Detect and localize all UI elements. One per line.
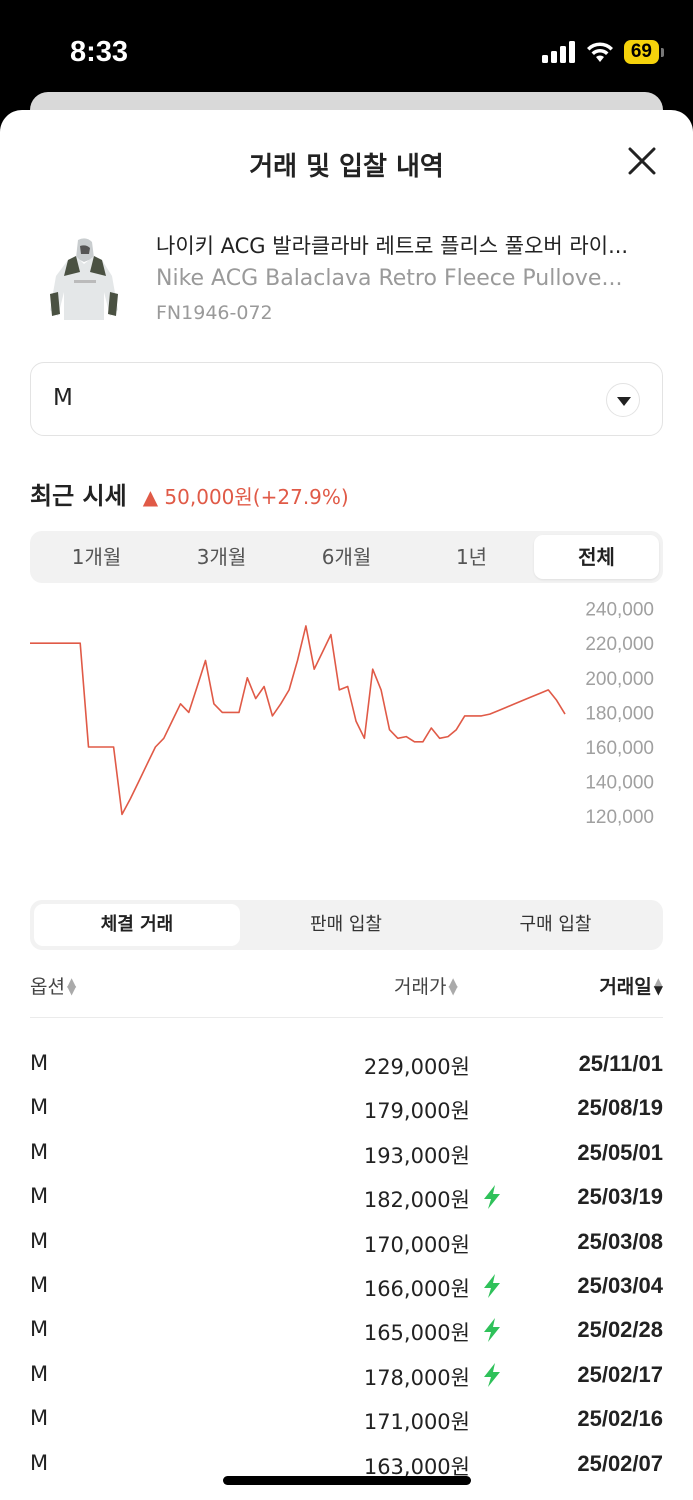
row-price: 182,000원: [363, 1188, 470, 1213]
sort-icon: ▲ ▼: [66, 974, 77, 997]
table-row: M 193,000원 25/05/01: [30, 1134, 663, 1178]
tab-completed-trades[interactable]: 체결 거래: [34, 904, 240, 946]
y-tick-label: 240,000: [585, 600, 654, 621]
fast-delivery-icon: [484, 1185, 500, 1210]
row-date: 25/11/01: [578, 1051, 663, 1076]
table-row: M 179,000원 25/08/19: [30, 1089, 663, 1133]
product-name-ko: 나이키 ACG 발라클라바 레트로 플리스 풀오버 라이...: [156, 234, 629, 258]
row-option: M: [30, 1139, 49, 1164]
price-chart: 240,000 220,000 200,000 180,000 160,000 140,0…: [30, 600, 654, 828]
row-option: M: [30, 1361, 49, 1386]
signal-icon: [541, 41, 575, 63]
recent-price-label: 최근 시세: [30, 482, 127, 510]
row-price: 170,000원: [363, 1232, 470, 1257]
table-row: M 165,000원 25/02/28: [30, 1311, 663, 1355]
status-icons: 69: [541, 40, 665, 64]
price-line-series: [30, 625, 566, 816]
product-code: FN1946-072: [156, 302, 273, 324]
row-date: 25/02/28: [577, 1317, 663, 1343]
tab-1-month[interactable]: 1개월: [34, 535, 159, 579]
recent-price: 최근 시세 ▲ 50,000원(+27.9%): [30, 476, 349, 511]
chevron-down-icon: [606, 383, 640, 417]
table-row: M 182,000원 25/03/19: [30, 1178, 663, 1222]
row-option: M: [30, 1228, 49, 1253]
size-value: M: [53, 385, 73, 411]
tab-all[interactable]: 전체: [534, 535, 659, 579]
tab-buy-bids[interactable]: 구매 입찰: [452, 904, 659, 946]
tab-1-year[interactable]: 1년: [409, 535, 534, 579]
row-price: 165,000원: [363, 1321, 470, 1346]
row-date: 25/05/01: [577, 1139, 663, 1165]
period-tabs: 1개월 3개월 6개월 1년 전체: [30, 531, 663, 583]
home-indicator: [223, 1476, 471, 1485]
product-name-en: Nike ACG Balaclava Retro Fleece Pullove.…: [156, 266, 623, 291]
fast-delivery-icon: [484, 1318, 500, 1343]
table-header: 옵션 ▲ ▼ 거래가 ▲ ▼ 거래일 ▲ ▼: [30, 970, 663, 1018]
row-date: 25/03/04: [577, 1272, 663, 1298]
fast-delivery-icon: [484, 1273, 500, 1298]
row-option: M: [30, 1184, 49, 1209]
row-date: 25/03/19: [577, 1184, 663, 1210]
sheet-title: 거래 및 입찰 내역: [249, 152, 444, 182]
recent-price-change: ▲ 50,000원(+27.9%): [142, 485, 349, 509]
row-price: 229,000원: [363, 1055, 470, 1079]
size-select[interactable]: M: [30, 362, 663, 436]
table-row: M 229,000원 25/11/01: [30, 1045, 663, 1089]
close-icon[interactable]: [627, 146, 657, 176]
row-price: 178,000원: [363, 1365, 470, 1390]
y-tick-label: 160,000: [585, 738, 654, 759]
tab-sell-bids[interactable]: 판매 입찰: [240, 904, 452, 946]
row-date: 25/02/16: [577, 1406, 663, 1432]
table-row: M 170,000원 25/03/08: [30, 1223, 663, 1267]
row-option: M: [30, 1051, 49, 1075]
trade-tabs: 체결 거래 판매 입찰 구매 입찰: [30, 900, 663, 950]
tab-6-months[interactable]: 6개월: [284, 535, 409, 579]
header-date[interactable]: 거래일 ▲ ▼: [599, 972, 663, 999]
header-date-label: 거래일: [599, 976, 652, 998]
header-price[interactable]: 거래가 ▲ ▼: [394, 972, 458, 999]
sort-icon: ▲ ▼: [448, 974, 458, 997]
row-price: 171,000원: [363, 1410, 470, 1435]
row-date: 25/08/19: [577, 1095, 663, 1121]
row-option: M: [30, 1095, 49, 1120]
y-tick-label: 120,000: [585, 807, 654, 828]
tab-3-months[interactable]: 3개월: [159, 535, 284, 579]
table-row: M 178,000원 25/02/17: [30, 1356, 663, 1400]
header-option-label: 옵션: [30, 976, 65, 998]
battery-indicator: 69: [623, 40, 665, 64]
product-thumbnail: [50, 238, 118, 320]
y-tick-label: 140,000: [585, 773, 654, 794]
trade-list: M 229,000원 25/11/01 M 179,000원 25/08/19 M 193,0…: [30, 1045, 663, 1489]
row-price: 166,000원: [363, 1276, 470, 1301]
row-option: M: [30, 1272, 49, 1297]
status-time: 8:33: [70, 36, 129, 68]
row-option: M: [30, 1450, 49, 1475]
table-row: M 171,000원 25/02/16: [30, 1400, 663, 1444]
y-tick-label: 180,000: [585, 703, 654, 724]
wifi-icon: [586, 42, 613, 62]
product-summary: 나이키 ACG 발라클라바 레트로 플리스 풀오버 라이... Nike ACG…: [30, 226, 663, 326]
table-row: M 166,000원 25/03/04: [30, 1267, 663, 1311]
row-option: M: [30, 1317, 49, 1342]
header-price-label: 거래가: [394, 976, 447, 998]
y-tick-label: 220,000: [585, 634, 654, 655]
row-date: 25/03/08: [577, 1228, 663, 1254]
row-price: 179,000원: [363, 1099, 470, 1124]
row-date: 25/02/07: [577, 1450, 663, 1476]
header-option[interactable]: 옵션 ▲ ▼: [30, 972, 76, 999]
row-date: 25/02/17: [577, 1361, 663, 1387]
row-price: 193,000원: [363, 1143, 470, 1168]
sort-desc-icon: ▲ ▼: [653, 974, 663, 997]
fast-delivery-icon: [484, 1362, 500, 1387]
row-option: M: [30, 1406, 49, 1431]
status-bar: 8:33 69: [0, 0, 693, 105]
y-tick-label: 200,000: [585, 669, 654, 690]
history-sheet: 거래 및 입찰 내역 나이키 ACG 발라클라바 레트로 플리스 풀오버 라이.…: [0, 110, 693, 1500]
